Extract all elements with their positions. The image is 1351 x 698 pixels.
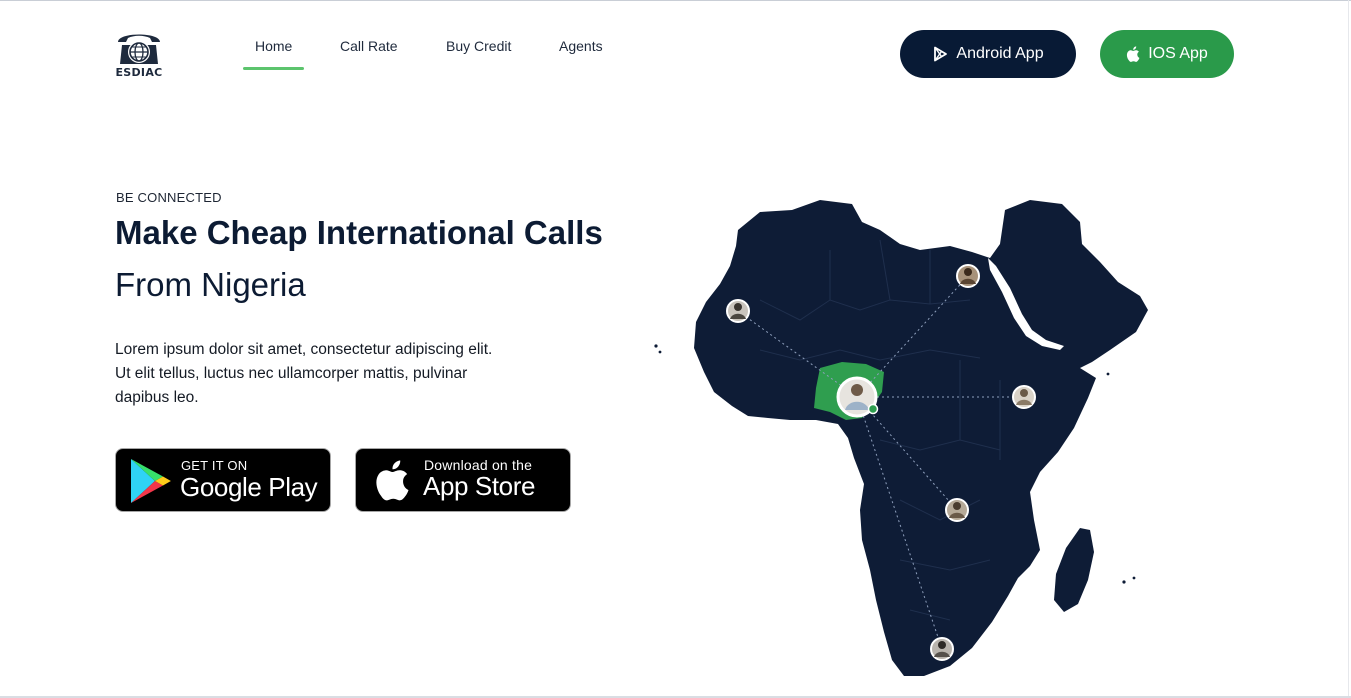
nav-active-indicator [243, 67, 304, 70]
brand-logo[interactable]: ESDIAC [112, 28, 168, 80]
apple-icon [376, 460, 409, 501]
madagascar [1054, 528, 1094, 612]
ios-app-button[interactable]: IOS App [1100, 30, 1234, 78]
avatar[interactable] [930, 637, 954, 661]
google-play-small: GET IT ON [181, 458, 248, 473]
avatar[interactable] [945, 498, 969, 522]
apple-icon [1127, 46, 1140, 62]
google-play-badge[interactable]: GET IT ON Google Play [115, 448, 331, 512]
google-play-big: Google Play [180, 472, 318, 502]
avatar-main[interactable] [836, 376, 879, 418]
nav-item-agents[interactable]: Agents [559, 38, 603, 54]
ios-app-label: IOS App [1148, 45, 1208, 62]
app-store-badge[interactable]: Download on the App Store [355, 448, 571, 512]
africa-map [654, 200, 1148, 676]
hero-eyebrow: BE CONNECTED [116, 190, 222, 205]
nav-item-home[interactable]: Home [255, 38, 292, 54]
play-store-icon [934, 46, 948, 62]
app-store-big: App Store [423, 471, 536, 501]
hero-lead: Lorem ipsum dolor sit amet, consectetur … [115, 341, 493, 406]
brand-name: ESDIAC [115, 66, 163, 79]
avatar[interactable] [726, 299, 750, 323]
google-play-icon [131, 459, 171, 503]
nav-item-buy-credit[interactable]: Buy Credit [446, 38, 511, 54]
avatar[interactable] [956, 264, 980, 288]
android-app-button[interactable]: Android App [900, 30, 1076, 78]
right-border [1348, 0, 1349, 698]
top-border [0, 0, 1351, 1]
android-app-label: Android App [956, 45, 1044, 62]
telephone-globe-icon [118, 34, 160, 64]
hero-headline: Make Cheap International Calls [115, 214, 603, 251]
nav-item-call-rate[interactable]: Call Rate [340, 38, 398, 54]
online-status-dot [867, 403, 879, 415]
hero-subheadline: From Nigeria [115, 266, 306, 303]
avatar[interactable] [1012, 385, 1036, 409]
africa-landmass [694, 200, 1148, 676]
